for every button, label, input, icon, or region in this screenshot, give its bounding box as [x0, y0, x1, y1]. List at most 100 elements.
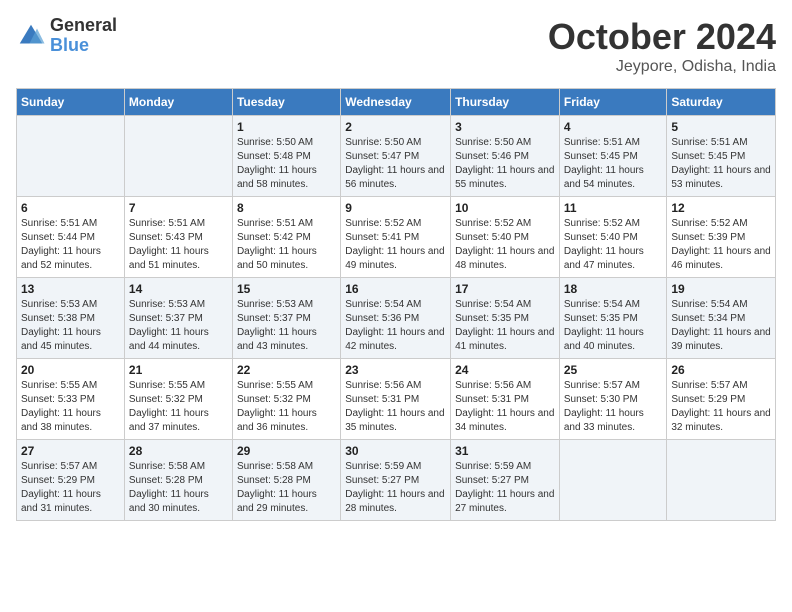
day-detail: Sunrise: 5:59 AM Sunset: 5:27 PM Dayligh… — [455, 460, 555, 516]
logo-icon — [16, 21, 46, 51]
calendar-cell: 13Sunrise: 5:53 AM Sunset: 5:38 PM Dayli… — [17, 278, 125, 359]
calendar-cell: 19Sunrise: 5:54 AM Sunset: 5:34 PM Dayli… — [667, 278, 776, 359]
day-detail: Sunrise: 5:51 AM Sunset: 5:45 PM Dayligh… — [564, 136, 663, 192]
page-header: General Blue October 2024 Jeypore, Odish… — [16, 16, 776, 76]
calendar-cell: 4 Sunrise: 5:51 AM Sunset: 5:45 PM Daylig… — [559, 116, 667, 197]
calendar-cell: 29 Sunrise: 5:58 AM Sunset: 5:28 PM Dayli… — [232, 440, 340, 521]
day-number: 15 — [237, 282, 336, 296]
calendar-cell: 9 Sunrise: 5:52 AM Sunset: 5:41 PM Daylig… — [341, 197, 451, 278]
calendar-cell: 16Sunrise: 5:54 AM Sunset: 5:36 PM Dayli… — [341, 278, 451, 359]
weekday-header-wednesday: Wednesday — [341, 89, 451, 116]
calendar-cell: 14 Sunrise: 5:53 AM Sunset: 5:37 PM Dayli… — [124, 278, 232, 359]
day-detail: Sunrise: 5:58 AM Sunset: 5:28 PM Dayligh… — [129, 460, 228, 516]
calendar-cell: 31 Sunrise: 5:59 AM Sunset: 5:27 PM Dayli… — [451, 440, 560, 521]
calendar-cell — [559, 440, 667, 521]
calendar-cell: 6 Sunrise: 5:51 AM Sunset: 5:44 PM Daylig… — [17, 197, 125, 278]
day-number: 20 — [21, 363, 120, 377]
day-detail: Sunrise: 5:55 AM Sunset: 5:32 PM Dayligh… — [237, 379, 336, 435]
calendar-cell: 20 Sunrise: 5:55 AM Sunset: 5:33 PM Dayli… — [17, 359, 125, 440]
calendar-table: SundayMondayTuesdayWednesdayThursdayFrid… — [16, 88, 776, 521]
day-number: 16 — [345, 282, 446, 296]
day-detail: Sunrise: 5:53 AM Sunset: 5:37 PM Dayligh… — [129, 298, 228, 354]
weekday-header-thursday: Thursday — [451, 89, 560, 116]
calendar-cell: 15Sunrise: 5:53 AM Sunset: 5:37 PM Dayli… — [232, 278, 340, 359]
day-detail: Sunrise: 5:56 AM Sunset: 5:31 PM Dayligh… — [345, 379, 446, 435]
calendar-cell — [17, 116, 125, 197]
day-detail: Sunrise: 5:51 AM Sunset: 5:43 PM Dayligh… — [129, 217, 228, 273]
week-row-5: 27 Sunrise: 5:57 AM Sunset: 5:29 PM Dayli… — [17, 440, 776, 521]
weekday-header-sunday: Sunday — [17, 89, 125, 116]
day-number: 6 — [21, 201, 120, 215]
day-number: 19 — [671, 282, 771, 296]
day-number: 5 — [671, 120, 771, 134]
calendar-cell: 30 Sunrise: 5:59 AM Sunset: 5:27 PM Dayli… — [341, 440, 451, 521]
calendar-cell: 26 Sunrise: 5:57 AM Sunset: 5:29 PM Dayli… — [667, 359, 776, 440]
day-number: 24 — [455, 363, 555, 377]
logo-general: General — [50, 16, 117, 36]
day-number: 22 — [237, 363, 336, 377]
day-number: 25 — [564, 363, 663, 377]
day-number: 29 — [237, 444, 336, 458]
day-detail: Sunrise: 5:54 AM Sunset: 5:35 PM Dayligh… — [564, 298, 663, 354]
calendar-cell: 28 Sunrise: 5:58 AM Sunset: 5:28 PM Dayli… — [124, 440, 232, 521]
day-detail: Sunrise: 5:52 AM Sunset: 5:39 PM Dayligh… — [671, 217, 771, 273]
day-number: 9 — [345, 201, 446, 215]
day-number: 23 — [345, 363, 446, 377]
weekday-header-row: SundayMondayTuesdayWednesdayThursdayFrid… — [17, 89, 776, 116]
calendar-cell: 1Sunrise: 5:50 AM Sunset: 5:48 PM Daylig… — [232, 116, 340, 197]
calendar-cell: 23 Sunrise: 5:56 AM Sunset: 5:31 PM Dayli… — [341, 359, 451, 440]
day-number: 31 — [455, 444, 555, 458]
logo-text: General Blue — [50, 16, 117, 56]
day-detail: Sunrise: 5:57 AM Sunset: 5:29 PM Dayligh… — [21, 460, 120, 516]
day-number: 11 — [564, 201, 663, 215]
day-detail: Sunrise: 5:50 AM Sunset: 5:47 PM Dayligh… — [345, 136, 446, 192]
day-detail: Sunrise: 5:57 AM Sunset: 5:29 PM Dayligh… — [671, 379, 771, 435]
day-number: 4 — [564, 120, 663, 134]
day-number: 14 — [129, 282, 228, 296]
day-detail: Sunrise: 5:50 AM Sunset: 5:48 PM Dayligh… — [237, 136, 336, 192]
weekday-header-monday: Monday — [124, 89, 232, 116]
day-number: 27 — [21, 444, 120, 458]
day-number: 7 — [129, 201, 228, 215]
day-number: 12 — [671, 201, 771, 215]
week-row-2: 6 Sunrise: 5:51 AM Sunset: 5:44 PM Daylig… — [17, 197, 776, 278]
calendar-cell: 22 Sunrise: 5:55 AM Sunset: 5:32 PM Dayli… — [232, 359, 340, 440]
day-detail: Sunrise: 5:55 AM Sunset: 5:32 PM Dayligh… — [129, 379, 228, 435]
calendar-cell: 8Sunrise: 5:51 AM Sunset: 5:42 PM Daylig… — [232, 197, 340, 278]
logo-blue: Blue — [50, 36, 117, 56]
day-number: 26 — [671, 363, 771, 377]
title-block: October 2024 Jeypore, Odisha, India — [548, 16, 776, 76]
day-detail: Sunrise: 5:51 AM Sunset: 5:44 PM Dayligh… — [21, 217, 120, 273]
day-detail: Sunrise: 5:52 AM Sunset: 5:41 PM Dayligh… — [345, 217, 446, 273]
day-detail: Sunrise: 5:55 AM Sunset: 5:33 PM Dayligh… — [21, 379, 120, 435]
day-number: 28 — [129, 444, 228, 458]
day-detail: Sunrise: 5:59 AM Sunset: 5:27 PM Dayligh… — [345, 460, 446, 516]
calendar-cell — [124, 116, 232, 197]
calendar-cell: 3 Sunrise: 5:50 AM Sunset: 5:46 PM Daylig… — [451, 116, 560, 197]
day-detail: Sunrise: 5:50 AM Sunset: 5:46 PM Dayligh… — [455, 136, 555, 192]
calendar-cell: 21 Sunrise: 5:55 AM Sunset: 5:32 PM Dayli… — [124, 359, 232, 440]
day-number: 30 — [345, 444, 446, 458]
calendar-cell: 10Sunrise: 5:52 AM Sunset: 5:40 PM Dayli… — [451, 197, 560, 278]
day-detail: Sunrise: 5:56 AM Sunset: 5:31 PM Dayligh… — [455, 379, 555, 435]
day-detail: Sunrise: 5:52 AM Sunset: 5:40 PM Dayligh… — [455, 217, 555, 273]
day-detail: Sunrise: 5:58 AM Sunset: 5:28 PM Dayligh… — [237, 460, 336, 516]
logo: General Blue — [16, 16, 117, 56]
weekday-header-tuesday: Tuesday — [232, 89, 340, 116]
day-number: 3 — [455, 120, 555, 134]
month-title: October 2024 — [548, 16, 776, 58]
calendar-cell: 18Sunrise: 5:54 AM Sunset: 5:35 PM Dayli… — [559, 278, 667, 359]
day-number: 13 — [21, 282, 120, 296]
day-detail: Sunrise: 5:52 AM Sunset: 5:40 PM Dayligh… — [564, 217, 663, 273]
calendar-cell: 17Sunrise: 5:54 AM Sunset: 5:35 PM Dayli… — [451, 278, 560, 359]
location: Jeypore, Odisha, India — [548, 58, 776, 76]
calendar-cell: 27 Sunrise: 5:57 AM Sunset: 5:29 PM Dayli… — [17, 440, 125, 521]
week-row-1: 1Sunrise: 5:50 AM Sunset: 5:48 PM Daylig… — [17, 116, 776, 197]
calendar-cell: 25Sunrise: 5:57 AM Sunset: 5:30 PM Dayli… — [559, 359, 667, 440]
week-row-4: 20 Sunrise: 5:55 AM Sunset: 5:33 PM Dayli… — [17, 359, 776, 440]
week-row-3: 13Sunrise: 5:53 AM Sunset: 5:38 PM Dayli… — [17, 278, 776, 359]
day-number: 8 — [237, 201, 336, 215]
day-number: 21 — [129, 363, 228, 377]
calendar-cell: 12 Sunrise: 5:52 AM Sunset: 5:39 PM Dayli… — [667, 197, 776, 278]
weekday-header-friday: Friday — [559, 89, 667, 116]
